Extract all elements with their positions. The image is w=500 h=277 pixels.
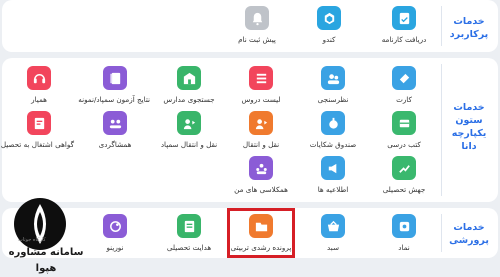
tile-kandoo[interactable]: کندو [294, 6, 364, 44]
certificate-icon [27, 111, 51, 135]
watermark-text: سامانه مشاوره هپوا [8, 247, 84, 274]
books-icon [392, 111, 416, 135]
section-title-frequent: خدمات پرکاربرد [449, 16, 489, 40]
tile-course-list[interactable]: لیست دروس [226, 66, 296, 104]
report-card-icon [392, 6, 416, 30]
classmates-icon [103, 111, 127, 135]
section-frequent-services: خدمات پرکاربرد دریافت کارنامه کندو پیش ث… [2, 0, 498, 52]
tile-textbooks[interactable]: کتب درسی [369, 111, 439, 149]
tile-transfer-samped[interactable]: نقل و انتقال سمپاد [154, 111, 224, 149]
tile-pre-registration[interactable]: پیش ثبت نام [222, 6, 292, 44]
list-icon [249, 66, 273, 90]
tile-complaints[interactable]: صندوق شکایات [298, 111, 368, 149]
guidance-icon [177, 214, 201, 238]
tile-namad[interactable]: نماد [369, 214, 439, 252]
tile-norino[interactable]: نورینو [80, 214, 150, 252]
watermark-subtext: کارکاه جوتاب [18, 237, 46, 243]
highlight-box [227, 208, 295, 258]
my-classmates-icon [249, 156, 273, 180]
basket-icon [321, 214, 345, 238]
survey-icon [321, 66, 345, 90]
tile-my-classmates[interactable]: همکلاسی های من [226, 156, 296, 194]
tile-report-card[interactable]: دریافت کارنامه [369, 6, 439, 44]
complaint-box-icon [321, 111, 345, 135]
section-dana-services: خدمات ستون یکپارچه دانا کارت نظرسنجی لیس… [1, 58, 498, 202]
school-search-icon [177, 66, 201, 90]
tile-school-search[interactable]: جستجوی مدارس [154, 66, 224, 104]
tile-announcements[interactable]: اطلاعیه ها [298, 156, 368, 194]
bell-icon [245, 6, 269, 30]
tile-exam-results[interactable]: نتایج آزمون سمپاد/نمونه [78, 66, 150, 104]
tile-guidance[interactable]: هدایت تحصیلی [154, 214, 224, 252]
symbol-icon [392, 214, 416, 238]
education-leap-icon [392, 156, 416, 180]
card-icon [392, 66, 416, 90]
tile-survey[interactable]: نظرسنجی [298, 66, 368, 104]
transfer-icon [249, 111, 273, 135]
transfer-samped-icon [177, 111, 201, 135]
section-title-dana: خدمات ستون یکپارچه دانا [451, 102, 487, 152]
tile-card[interactable]: کارت [369, 66, 439, 104]
tile-education-leap[interactable]: جهش تحصیلی [369, 156, 439, 194]
tile-hamyar[interactable]: همیار [4, 66, 74, 104]
section-title-nurturing: خدمات پرورشی [449, 222, 489, 246]
beehive-icon [317, 6, 341, 30]
tile-basket[interactable]: سبد [298, 214, 368, 252]
tile-certificate[interactable]: گواهی اشتغال به تحصیل [1, 111, 74, 149]
norino-icon [103, 214, 127, 238]
tile-classmate[interactable]: همشاگردی [80, 111, 150, 149]
tile-transfer[interactable]: نقل و انتقال [226, 111, 296, 149]
announcements-icon [321, 156, 345, 180]
exam-results-icon [103, 66, 127, 90]
headset-icon [27, 66, 51, 90]
